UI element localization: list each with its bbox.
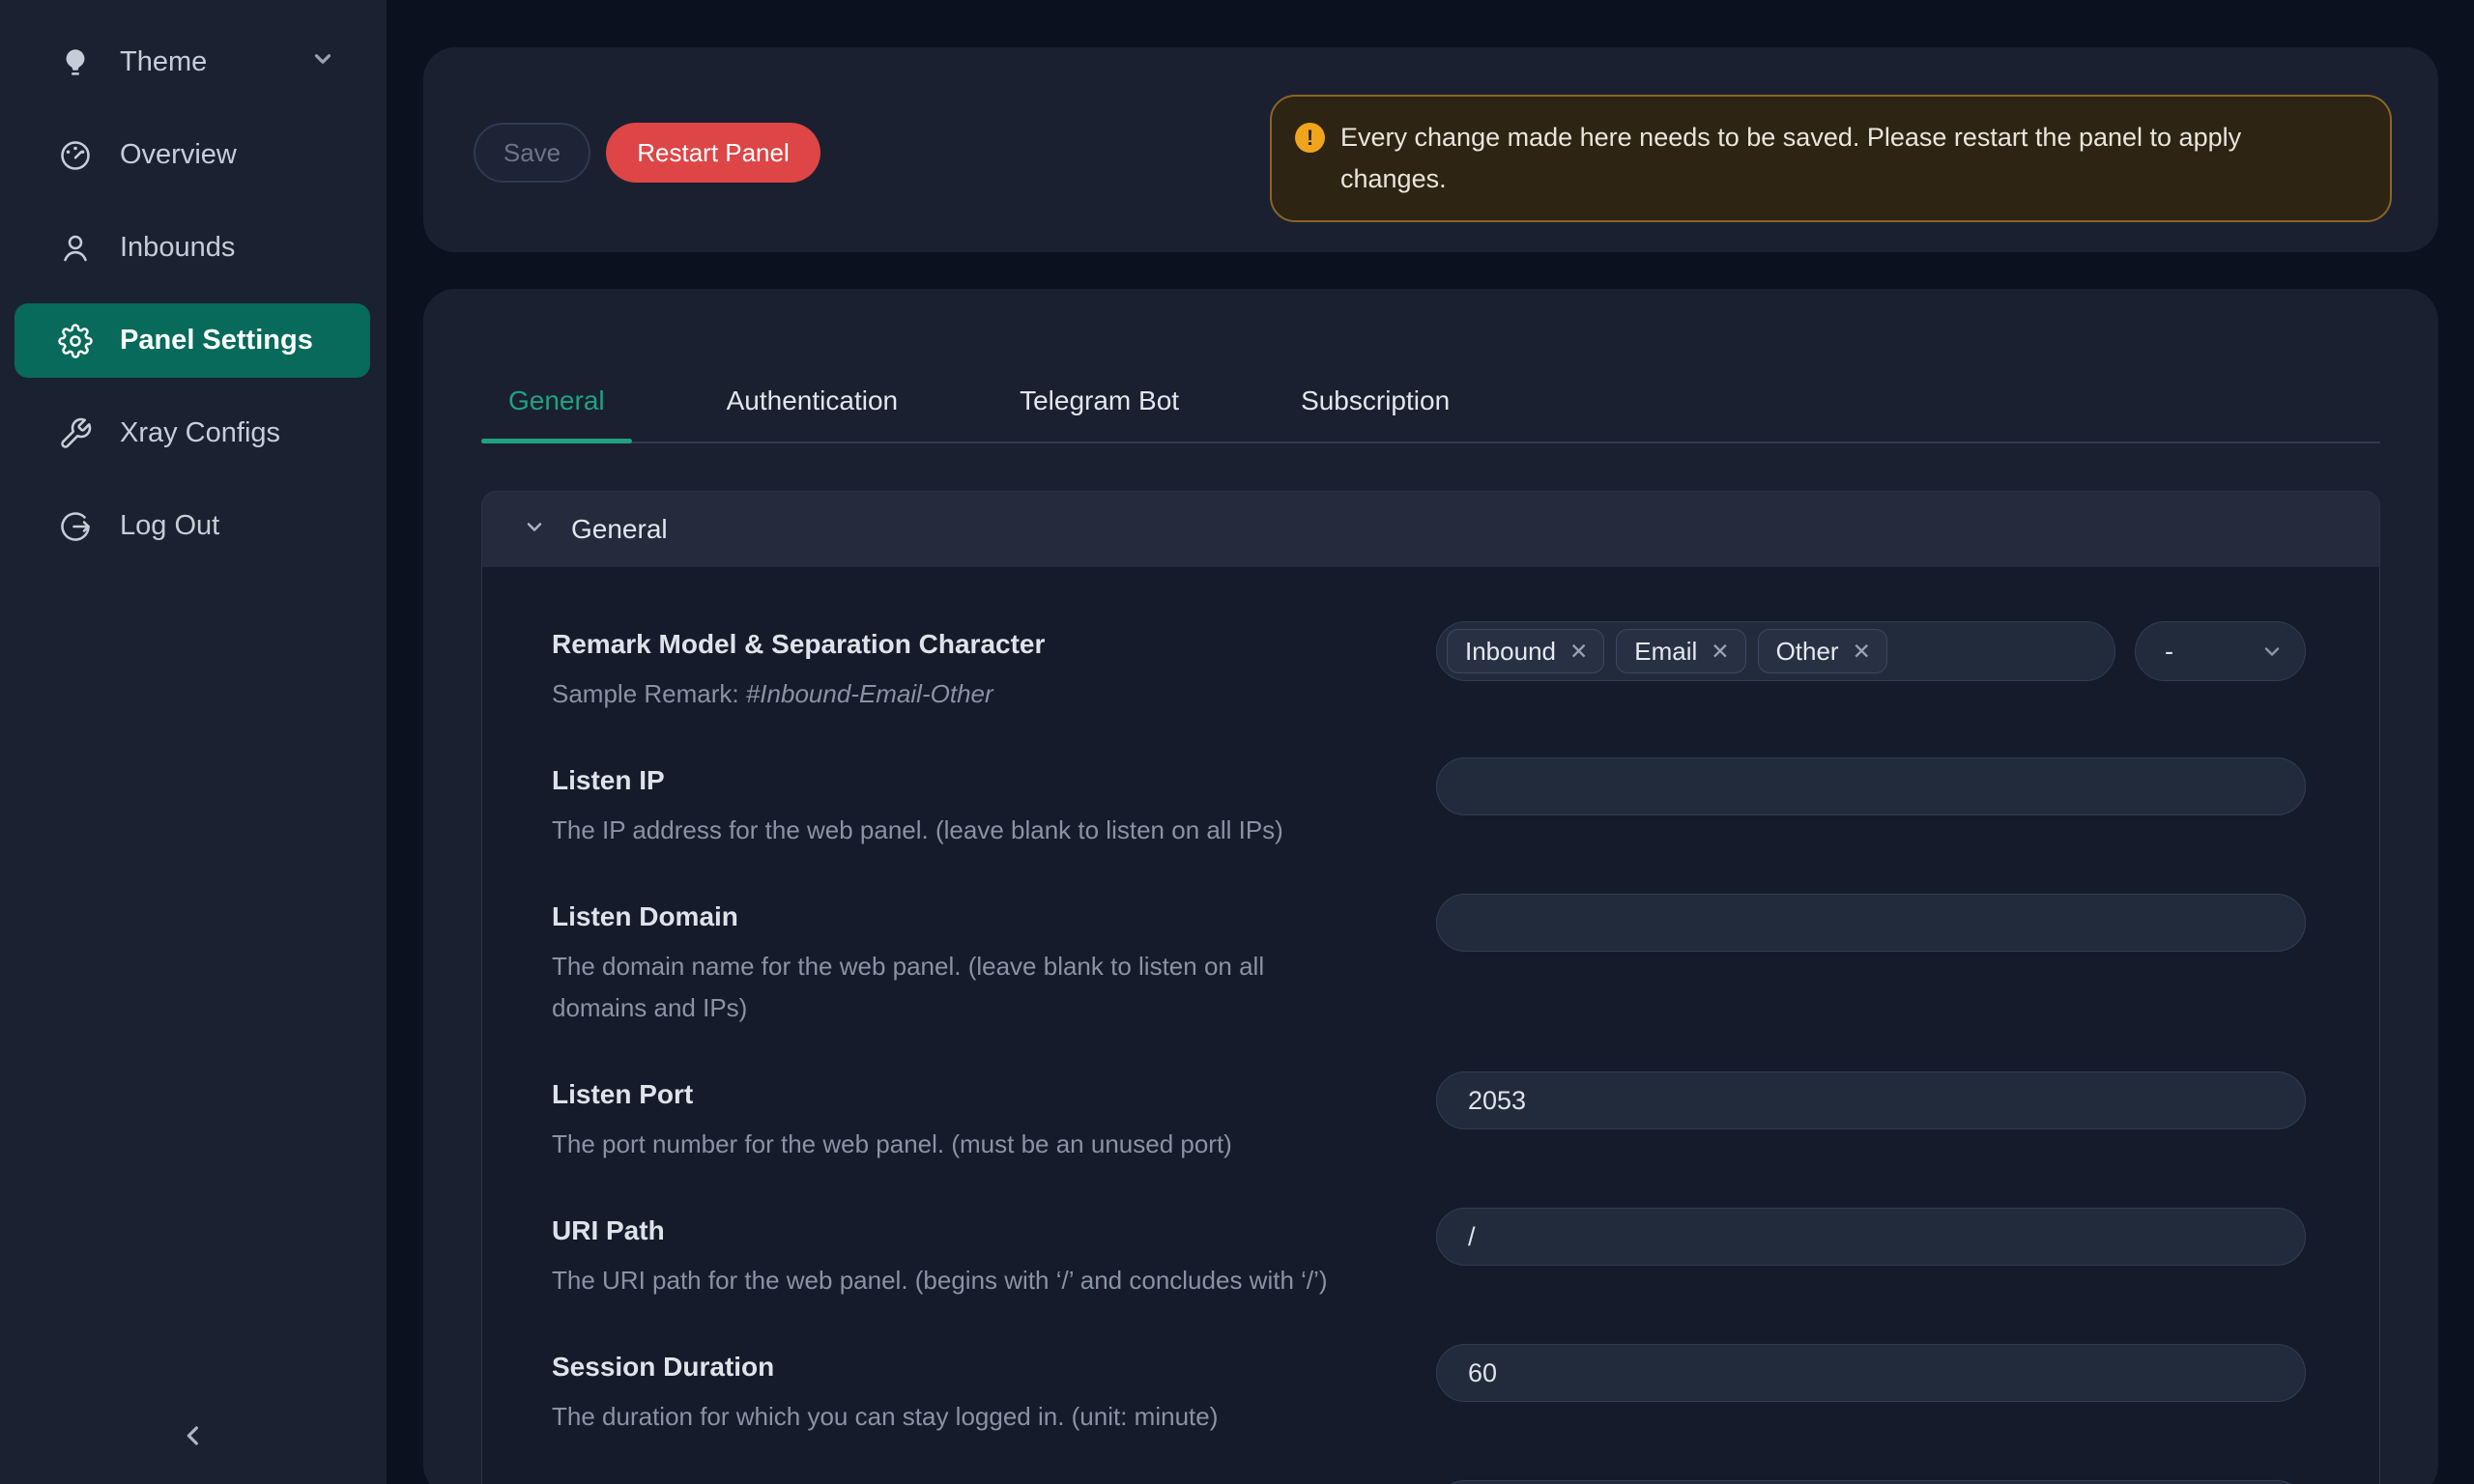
save-button[interactable]: Save	[474, 123, 590, 183]
sidebar-item-label: Overview	[120, 139, 237, 171]
tab-subscription[interactable]: Subscription	[1274, 374, 1477, 442]
form-row-listen-domain: Listen Domain The domain name for the we…	[552, 896, 2306, 1029]
sidebar-item-label: Log Out	[120, 510, 219, 542]
remark-model-tags-input[interactable]: Inbound ✕ Email ✕ Other ✕	[1436, 621, 2115, 681]
remove-tag-icon[interactable]: ✕	[1705, 641, 1735, 663]
separator-select-value: -	[2165, 637, 2173, 667]
settings-tabs: General Authentication Telegram Bot Subs…	[481, 289, 2380, 443]
sidebar-item-xray-configs[interactable]: Xray Configs	[14, 396, 370, 471]
session-duration-input[interactable]	[1436, 1344, 2306, 1402]
separator-select[interactable]: -	[2135, 621, 2306, 681]
tab-authentication[interactable]: Authentication	[700, 374, 925, 442]
warning-icon: !	[1295, 123, 1325, 153]
sample-remark-value: #Inbound-Email-Other	[746, 679, 993, 708]
logout-icon	[58, 509, 93, 544]
uri-path-desc: The URI path for the web panel. (begins …	[552, 1260, 1328, 1301]
chevron-down-icon	[2260, 640, 2284, 663]
chevron-down-icon	[310, 46, 335, 79]
sample-remark-prefix: Sample Remark:	[552, 679, 746, 708]
tab-telegram-bot[interactable]: Telegram Bot	[992, 374, 1206, 442]
listen-ip-desc: The IP address for the web panel. (leave…	[552, 810, 1283, 851]
listen-port-desc: The port number for the web panel. (must…	[552, 1124, 1232, 1165]
alert-message: Every change made here needs to be saved…	[1340, 117, 2297, 200]
sidebar-item-label: Theme	[120, 46, 207, 78]
session-duration-desc: The duration for which you can stay logg…	[552, 1396, 1218, 1438]
listen-port-input[interactable]	[1436, 1071, 2306, 1129]
listen-ip-input[interactable]	[1436, 757, 2306, 815]
session-duration-label: Session Duration	[552, 1348, 1218, 1386]
chevron-left-icon	[178, 1420, 209, 1456]
tag-label: Email	[1634, 637, 1697, 667]
sidebar-item-overview[interactable]: Overview	[14, 118, 370, 192]
sidebar: Theme Overview Inbounds Panel Settings	[0, 0, 387, 1484]
sidebar-item-log-out[interactable]: Log Out	[14, 489, 370, 563]
form-row-session-duration: Session Duration The duration for which …	[552, 1346, 2306, 1438]
lightbulb-icon	[58, 45, 93, 80]
tag-email: Email ✕	[1616, 629, 1745, 673]
sidebar-item-label: Panel Settings	[120, 325, 313, 357]
tag-label: Other	[1776, 637, 1839, 667]
form-row-uri-path: URI Path The URI path for the web panel.…	[552, 1210, 2306, 1301]
pagination-size-input[interactable]	[1436, 1480, 2306, 1484]
tag-inbound: Inbound ✕	[1447, 629, 1604, 673]
tag-label: Inbound	[1465, 637, 1556, 667]
dashboard-icon	[58, 138, 93, 173]
remove-tag-icon[interactable]: ✕	[1847, 641, 1877, 663]
listen-domain-label: Listen Domain	[552, 898, 1364, 936]
restart-warning-alert: ! Every change made here needs to be sav…	[1270, 95, 2392, 222]
user-icon	[58, 231, 93, 266]
general-collapse-header[interactable]: General	[482, 492, 2379, 567]
sidebar-collapse-button[interactable]	[172, 1416, 215, 1459]
listen-domain-input[interactable]	[1436, 894, 2306, 952]
remove-tag-icon[interactable]: ✕	[1564, 641, 1594, 663]
sidebar-nav: Theme Overview Inbounds Panel Settings	[0, 0, 387, 563]
form-row-listen-ip: Listen IP The IP address for the web pan…	[552, 759, 2306, 851]
toolbar-buttons: Save Restart Panel	[474, 123, 820, 183]
tag-other: Other ✕	[1758, 629, 1887, 673]
settings-card: General Authentication Telegram Bot Subs…	[423, 289, 2438, 1484]
wrench-icon	[58, 416, 93, 451]
sidebar-item-panel-settings[interactable]: Panel Settings	[14, 303, 370, 378]
listen-domain-desc: The domain name for the web panel. (leav…	[552, 946, 1364, 1029]
form-row-listen-port: Listen Port The port number for the web …	[552, 1073, 2306, 1165]
form-row-remark-model: Remark Model & Separation Character Samp…	[552, 623, 2306, 715]
toolbar-card: Save Restart Panel ! Every change made h…	[423, 47, 2438, 252]
remark-model-label: Remark Model & Separation Character	[552, 625, 1045, 664]
general-form: Remark Model & Separation Character Samp…	[482, 567, 2379, 1484]
main-content: Save Restart Panel ! Every change made h…	[387, 0, 2474, 1484]
listen-ip-label: Listen IP	[552, 761, 1283, 800]
sample-remark: Sample Remark: #Inbound-Email-Other	[552, 673, 1045, 715]
uri-path-label: URI Path	[552, 1212, 1328, 1250]
uri-path-input[interactable]	[1436, 1208, 2306, 1266]
tab-general[interactable]: General	[481, 374, 632, 442]
restart-panel-button[interactable]: Restart Panel	[606, 123, 820, 183]
sidebar-item-label: Xray Configs	[120, 417, 280, 449]
sidebar-item-label: Inbounds	[120, 232, 235, 264]
section-title: General	[571, 514, 668, 545]
sidebar-item-inbounds[interactable]: Inbounds	[14, 211, 370, 285]
sidebar-item-theme[interactable]: Theme	[14, 25, 370, 100]
gear-icon	[58, 324, 93, 358]
chevron-down-icon	[523, 514, 546, 545]
listen-port-label: Listen Port	[552, 1075, 1232, 1114]
general-collapse-panel: General Remark Model & Separation Charac…	[481, 491, 2380, 1484]
